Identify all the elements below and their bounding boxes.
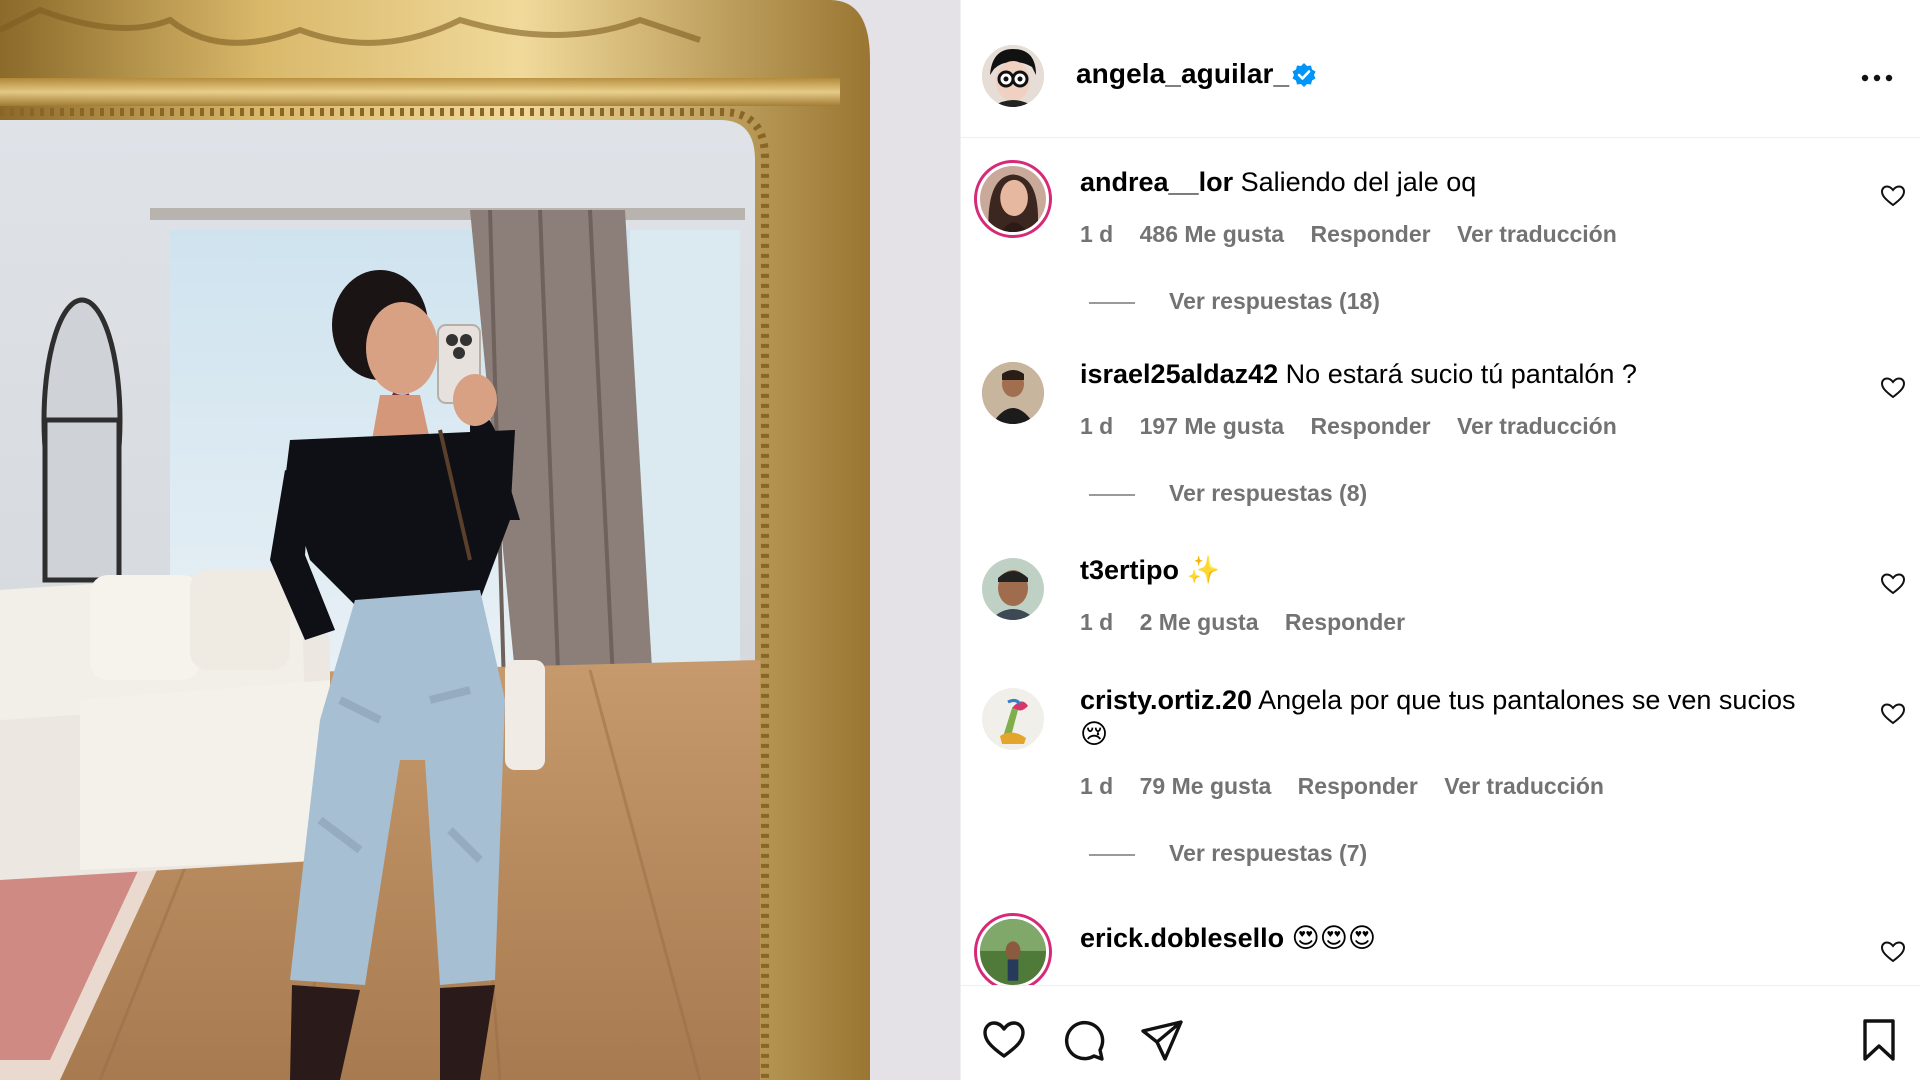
reply-button[interactable]: Responder bbox=[1298, 773, 1418, 799]
edna-mode-avatar-image bbox=[982, 45, 1044, 107]
reply-button[interactable]: Responder bbox=[1310, 413, 1430, 439]
comment-likes[interactable]: 486 Me gusta bbox=[1140, 221, 1284, 247]
more-horizontal-icon[interactable] bbox=[1857, 58, 1897, 98]
avatar-photo bbox=[982, 558, 1044, 620]
see-translation-button[interactable]: Ver traducción bbox=[1444, 773, 1604, 799]
replies-divider bbox=[1089, 301, 1135, 304]
comment-like-heart-icon[interactable] bbox=[1880, 375, 1906, 401]
replies-divider bbox=[1089, 493, 1135, 496]
comment-text: Saliendo del jale oq bbox=[1240, 167, 1477, 197]
comment-time: 1 d bbox=[1080, 413, 1114, 439]
comment-time: 1 d bbox=[1080, 609, 1114, 635]
view-replies-button[interactable]: Ver respuestas (18) bbox=[1089, 288, 1380, 315]
avatar-photo bbox=[982, 362, 1044, 424]
reply-button[interactable]: Responder bbox=[1285, 609, 1405, 635]
comment-time: 1 d bbox=[1080, 221, 1114, 247]
replies-divider bbox=[1089, 853, 1135, 856]
view-replies-label: Ver respuestas (18) bbox=[1169, 288, 1380, 314]
comment-like-heart-icon[interactable] bbox=[1880, 183, 1906, 209]
post-photo[interactable] bbox=[0, 0, 960, 1080]
avatar-photo bbox=[982, 688, 1044, 750]
commenter-username[interactable]: cristy.ortiz.20 bbox=[1080, 685, 1252, 715]
commenter-username[interactable]: israel25aldaz42 bbox=[1080, 359, 1278, 389]
commenter-avatar[interactable] bbox=[982, 688, 1044, 750]
comment-icon[interactable] bbox=[1061, 1017, 1107, 1063]
verified-badge-icon bbox=[1292, 63, 1316, 87]
comment-like-heart-icon[interactable] bbox=[1880, 571, 1906, 597]
comment-likes[interactable]: 79 Me gusta bbox=[1140, 773, 1272, 799]
avatar-photo bbox=[980, 919, 1046, 985]
reply-button[interactable]: Responder bbox=[1310, 221, 1430, 247]
comment-text: No estará sucio tú pantalón ? bbox=[1285, 359, 1637, 389]
author-username[interactable]: angela_aguilar_ bbox=[1076, 58, 1289, 90]
commenter-username[interactable]: erick.doblesello bbox=[1080, 923, 1284, 953]
heart-icon[interactable] bbox=[981, 1017, 1027, 1063]
comment-text: 😍😍😍 bbox=[1291, 923, 1377, 953]
post-action-bar bbox=[961, 985, 1920, 1080]
author-avatar[interactable] bbox=[982, 45, 1044, 107]
comment-likes[interactable]: 197 Me gusta bbox=[1140, 413, 1284, 439]
comment-text: ✨ bbox=[1186, 555, 1221, 585]
commenter-username[interactable]: t3ertipo bbox=[1080, 555, 1179, 585]
view-replies-button[interactable]: Ver respuestas (8) bbox=[1089, 480, 1367, 507]
commenter-avatar[interactable] bbox=[982, 558, 1044, 620]
comment-like-heart-icon[interactable] bbox=[1880, 701, 1906, 727]
share-icon[interactable] bbox=[1139, 1017, 1185, 1063]
comment-likes[interactable]: 2 Me gusta bbox=[1140, 609, 1259, 635]
view-replies-label: Ver respuestas (7) bbox=[1169, 840, 1368, 866]
avatar-photo bbox=[980, 166, 1046, 232]
commenter-avatar[interactable] bbox=[974, 160, 1052, 238]
see-translation-button[interactable]: Ver traducción bbox=[1457, 221, 1617, 247]
view-replies-label: Ver respuestas (8) bbox=[1169, 480, 1368, 506]
see-translation-button[interactable]: Ver traducción bbox=[1457, 413, 1617, 439]
post-header: angela_aguilar_ bbox=[961, 0, 1920, 138]
mirror-selfie-image bbox=[0, 0, 960, 1080]
comment-time: 1 d bbox=[1080, 773, 1114, 799]
commenter-username[interactable]: andrea__lor bbox=[1080, 167, 1233, 197]
commenter-avatar[interactable] bbox=[982, 362, 1044, 424]
view-replies-button[interactable]: Ver respuestas (7) bbox=[1089, 840, 1367, 867]
commenter-avatar[interactable] bbox=[974, 913, 1052, 991]
comment-like-heart-icon[interactable] bbox=[1880, 939, 1906, 965]
bookmark-icon[interactable] bbox=[1856, 1017, 1902, 1063]
comments-panel: angela_aguilar_ andrea__lor Saliendo del… bbox=[960, 0, 1920, 1080]
